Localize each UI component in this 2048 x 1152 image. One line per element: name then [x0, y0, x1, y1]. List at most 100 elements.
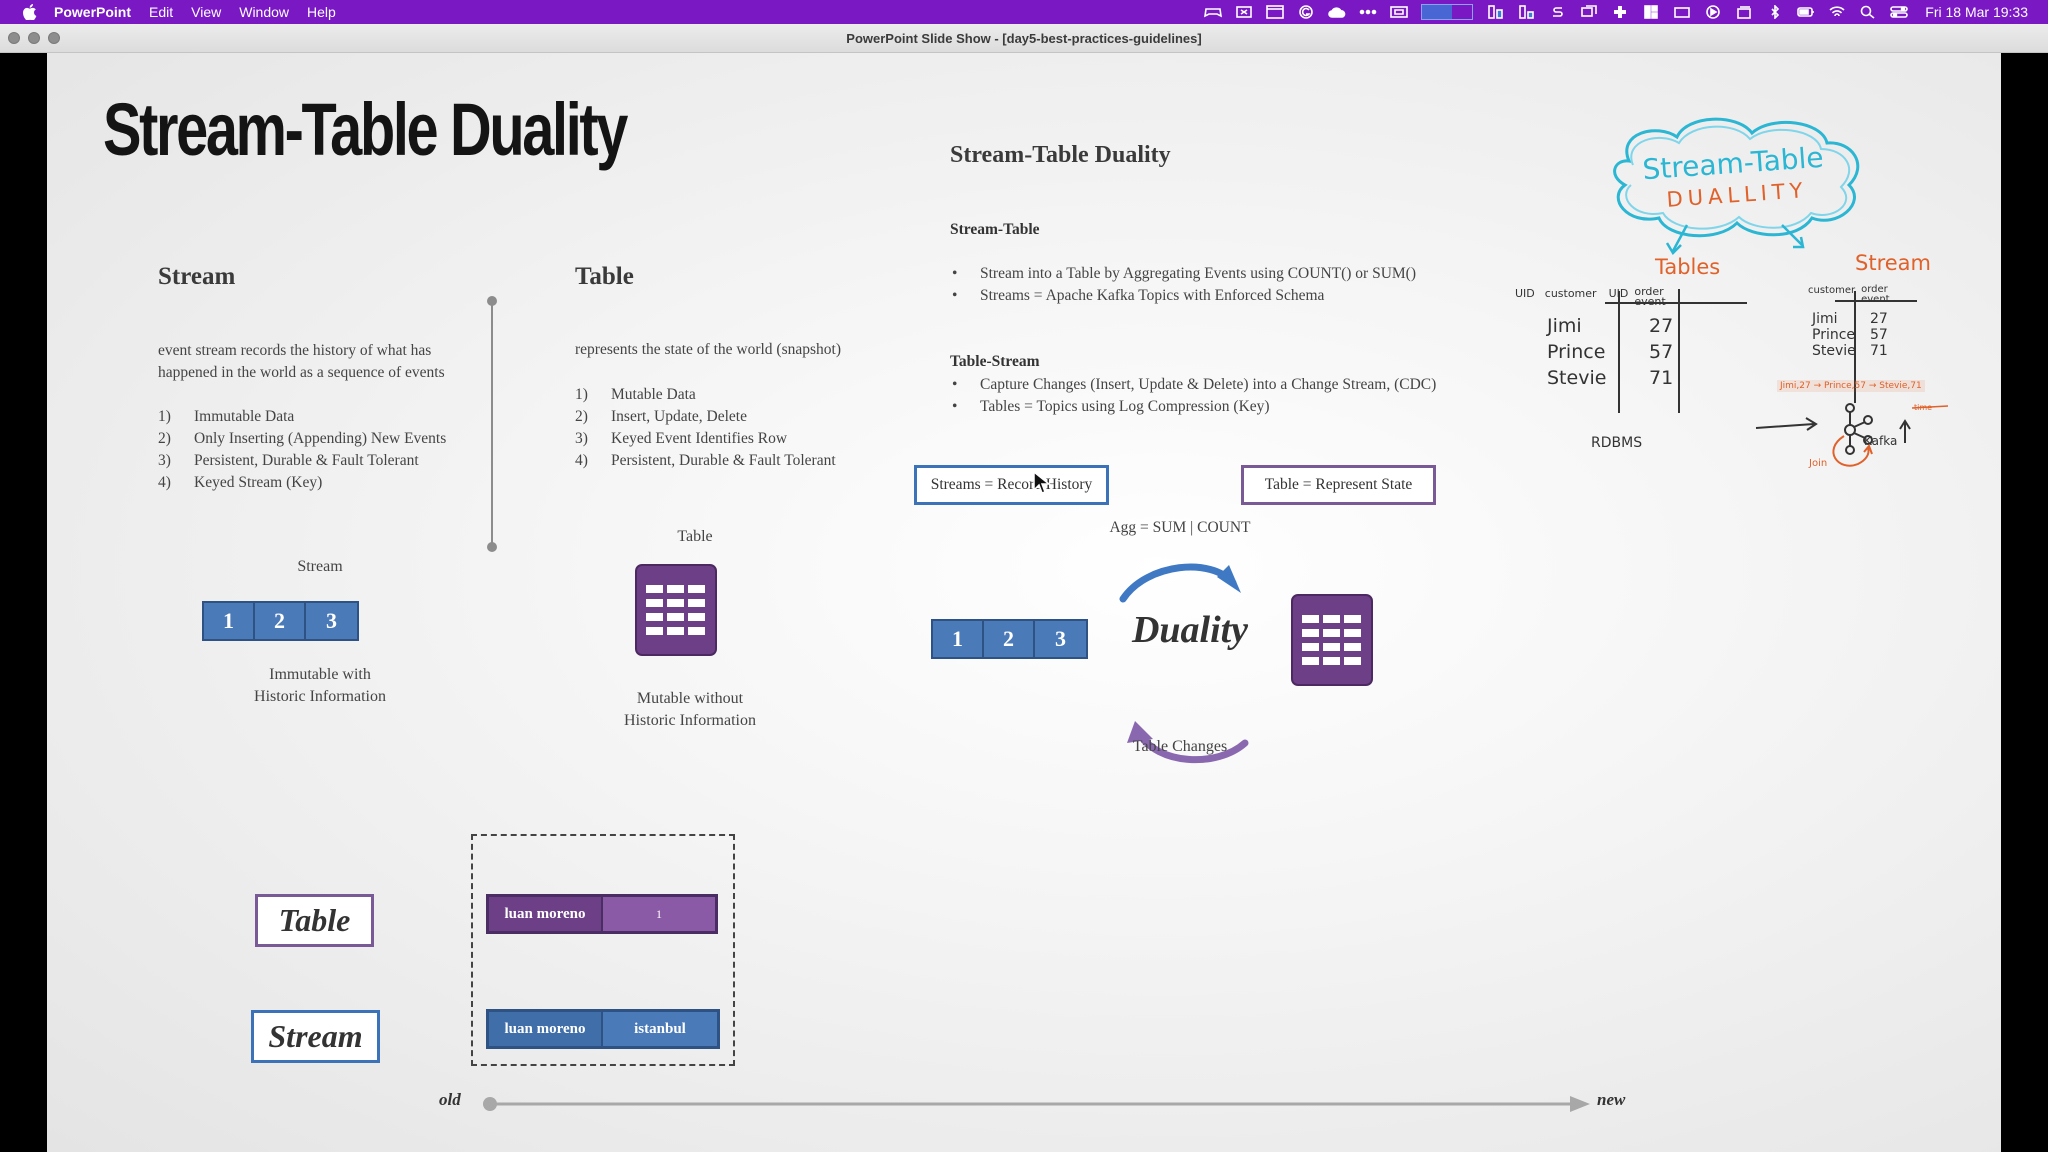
table-grid-icon: [635, 564, 717, 656]
hand-drawn-sketch: Stream-Table DUALLITY Tables Stream: [1587, 103, 1931, 443]
stream-tag: Stream: [251, 1010, 380, 1063]
list-item: Streams = Apache Kafka Topics with Enfor…: [950, 285, 1416, 307]
game-controller-icon[interactable]: [1204, 5, 1223, 19]
table-diagram-label: Table: [677, 528, 713, 545]
sketch-join-label: Join: [1809, 458, 1828, 469]
stream-caption: Immutable with Historic Information: [210, 664, 430, 708]
stream-cell: 1: [933, 621, 984, 657]
record-value-cell: istanbul: [603, 1012, 717, 1046]
sketch-row: Jimi 27: [1812, 311, 1888, 327]
sketch-header: customer: [1808, 285, 1856, 296]
menu-window[interactable]: Window: [239, 4, 289, 20]
list-item: 2) Only Inserting (Appending) New Events: [158, 430, 447, 447]
cpu-monitor-icon[interactable]: [1487, 5, 1505, 19]
display-icon[interactable]: [1390, 5, 1409, 19]
sync-s-icon[interactable]: [1549, 5, 1567, 19]
table-stream-bullets: Capture Changes (Insert, Update & Delete…: [950, 374, 1436, 418]
memory-monitor-icon[interactable]: [1518, 5, 1536, 19]
more-dots-icon[interactable]: [1359, 5, 1377, 19]
list-item: 4) Keyed Stream (Key): [158, 474, 323, 491]
app-menu-powerpoint[interactable]: PowerPoint: [54, 4, 131, 20]
sketch-header: customer: [1544, 287, 1597, 300]
sketch-table-rows: Jimi 27 Prince 57 Stevie 71: [1547, 315, 1687, 389]
table-properties-list: 1) Mutable Data 2) Insert, Update, Delete …: [575, 384, 836, 472]
network-meter[interactable]: [1421, 4, 1474, 20]
timeline-old-label: old: [439, 1090, 461, 1109]
bluetooth-icon[interactable]: [1766, 5, 1784, 19]
list-item: 3) Persistent, Durable & Fault Tolerant: [158, 452, 419, 469]
column-divider: [487, 296, 497, 552]
menu-edit[interactable]: Edit: [149, 4, 173, 20]
slide-title: Stream-Table Duality: [103, 88, 628, 171]
stream-cell: 2: [255, 603, 306, 639]
sharing-icon[interactable]: [1580, 5, 1598, 19]
agg-label: Agg = SUM | COUNT: [1109, 519, 1251, 536]
list-item: 3) Keyed Event Identifies Row: [575, 430, 788, 447]
close-button[interactable]: [8, 32, 20, 44]
stream-record: luan moreno istanbul: [486, 1009, 720, 1049]
record-value-cell: 1: [603, 897, 715, 931]
control-center-icon[interactable]: [1890, 5, 1909, 19]
stack-icon[interactable]: [1735, 5, 1753, 19]
record-key-cell: luan moreno: [489, 1012, 603, 1046]
record-key-cell: luan moreno: [489, 897, 603, 931]
duality-word: Duality: [1131, 609, 1249, 651]
stream-cell: 3: [1035, 621, 1086, 657]
apple-menu-icon[interactable]: [18, 0, 40, 24]
timeline-arrow: [483, 1096, 1590, 1112]
table-tag: Table: [255, 894, 374, 947]
menu-help[interactable]: Help: [307, 4, 336, 20]
sketch-row: Stevie 71: [1812, 343, 1888, 359]
screen-share-icon[interactable]: [1235, 5, 1253, 19]
sketch-stream: customer order event Jimi 27 Prince 57 Ste…: [1808, 285, 1904, 360]
slide-canvas[interactable]: Stream-Table Duality Stream event stream…: [47, 53, 2001, 1152]
table-represent-state-box: Table = Represent State: [1241, 465, 1436, 505]
window-controls: [8, 32, 68, 44]
menubar-clock[interactable]: Fri 18 Mar 19:33: [1925, 4, 2028, 20]
zoom-button[interactable]: [48, 32, 60, 44]
stream-heading: Stream: [158, 263, 236, 290]
search-icon[interactable]: [1859, 5, 1877, 19]
battery-icon[interactable]: [1797, 5, 1815, 19]
stream-cell: 1: [204, 603, 255, 639]
minimize-button[interactable]: [28, 32, 40, 44]
sketch-table-headers: UID customer UID order event: [1515, 286, 1687, 307]
stream-diagram-label: Stream: [297, 558, 343, 575]
table-caption-line: Historic Information: [624, 712, 756, 729]
stream-description-line: event stream records the history of what…: [158, 342, 432, 359]
grammarly-icon[interactable]: [1297, 5, 1315, 19]
table-caption-line: Mutable without: [636, 690, 744, 707]
window-title-bar: PowerPoint Slide Show - [day5-best-pract…: [0, 24, 2048, 53]
sketch-row: Prince 57: [1812, 327, 1888, 343]
sketch-table: UID customer UID order event Jimi 27 Prin…: [1515, 286, 1687, 389]
window-icon[interactable]: [1266, 5, 1285, 19]
stream-description: event stream records the history of what…: [158, 340, 445, 384]
sketch-stream-rows: Jimi 27 Prince 57 Stevie 71: [1812, 311, 1904, 359]
menu-bar: PowerPoint Edit View Window Help Fri 18 …: [0, 0, 2048, 24]
list-item: Tables = Topics using Log Compression (K…: [950, 396, 1436, 418]
list-item: Stream into a Table by Aggregating Event…: [950, 263, 1416, 285]
grid-app-icon[interactable]: [1642, 5, 1660, 19]
sketch-event-line: Jimi,27 → Prince,57 → Stevie,71: [1777, 380, 1925, 392]
table-description: represents the state of the world (snaps…: [575, 341, 842, 358]
list-item: 1) Immutable Data: [158, 408, 295, 425]
list-item: Capture Changes (Insert, Update & Delete…: [950, 374, 1436, 396]
menu-view[interactable]: View: [191, 4, 221, 20]
plus-app-icon[interactable]: [1611, 5, 1629, 19]
window-title: PowerPoint Slide Show - [day5-best-pract…: [846, 30, 1202, 46]
wifi-icon[interactable]: [1828, 5, 1846, 19]
sketch-row: Stevie 71: [1547, 367, 1674, 389]
keyboard-icon[interactable]: [1673, 5, 1691, 19]
stream-cell: 2: [984, 621, 1035, 657]
sketch-header: UID: [1608, 287, 1629, 300]
table-changes-label: Table Changes: [1132, 738, 1228, 755]
play-icon[interactable]: [1704, 5, 1722, 19]
sketch-row: Prince 57: [1547, 341, 1674, 363]
sketch-stream-title: Stream: [1855, 251, 1931, 275]
list-item: 4) Persistent, Durable & Fault Tolerant: [575, 452, 836, 469]
sketch-stream-headers: customer order event: [1808, 285, 1904, 305]
sketch-header: UID: [1515, 287, 1535, 300]
stream-table-heading: Stream-Table: [950, 221, 1040, 238]
duality-stream-cells: 1 2 3: [931, 619, 1088, 659]
cloud-icon[interactable]: [1328, 5, 1346, 19]
